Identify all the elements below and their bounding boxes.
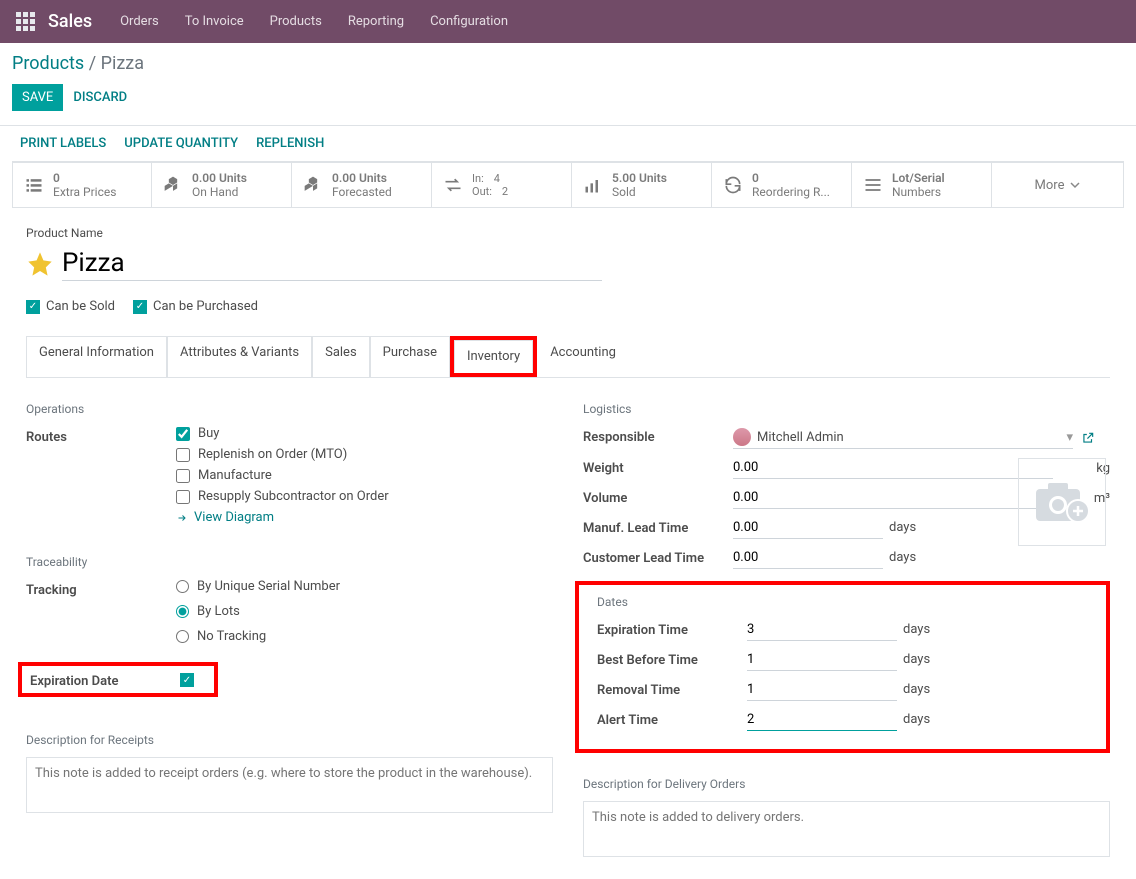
stat-on-hand[interactable]: 0.00 UnitsOn Hand (152, 162, 292, 208)
chevron-down-icon (1070, 180, 1080, 190)
section-desc-delivery: Description for Delivery Orders (583, 777, 1110, 791)
stat-forecasted[interactable]: 0.00 UnitsForecasted (292, 162, 432, 208)
app-name[interactable]: Sales (48, 11, 92, 32)
route-buy-checkbox[interactable] (176, 427, 190, 441)
exp-time-input[interactable] (747, 619, 897, 641)
manuf-lead-input[interactable] (733, 517, 883, 539)
desc-delivery-input[interactable] (583, 801, 1110, 857)
update-quantity-button[interactable]: UPDATE QUANTITY (124, 136, 238, 151)
menu-reporting[interactable]: Reporting (348, 14, 404, 29)
desc-receipts-input[interactable] (26, 757, 553, 813)
external-link-icon[interactable] (1081, 431, 1095, 445)
save-button[interactable]: SAVE (12, 84, 63, 111)
volume-label: Volume (583, 487, 733, 506)
cubes-icon (162, 174, 184, 196)
bars-icon (862, 174, 884, 196)
replenish-button[interactable]: REPLENISH (256, 136, 324, 151)
bb-time-label: Best Before Time (597, 649, 747, 668)
alert-time-input[interactable] (747, 709, 897, 731)
tab-accounting[interactable]: Accounting (537, 336, 629, 378)
exp-time-label: Expiration Time (597, 619, 747, 638)
route-resupply-checkbox[interactable] (176, 490, 190, 504)
product-name-label: Product Name (26, 226, 1110, 240)
tracking-label: Tracking (26, 579, 176, 598)
star-icon[interactable] (26, 250, 54, 278)
product-name-input[interactable] (62, 246, 602, 281)
rm-time-input[interactable] (747, 679, 897, 701)
highlight-expiration: Expiration Date ✓ (18, 662, 218, 697)
expiration-date-checkbox[interactable]: ✓ (180, 673, 194, 687)
stat-reordering[interactable]: 0Reordering R... (712, 162, 852, 208)
list-icon (23, 174, 45, 196)
print-labels-button[interactable]: PRINT LABELS (20, 136, 106, 151)
tab-attributes[interactable]: Attributes & Variants (167, 336, 312, 378)
rm-time-label: Removal Time (597, 679, 747, 698)
menu-orders[interactable]: Orders (120, 14, 159, 29)
menu-to-invoice[interactable]: To Invoice (185, 14, 244, 29)
section-traceability: Traceability (26, 555, 553, 569)
bb-time-input[interactable] (747, 649, 897, 671)
highlight-tab: Inventory (450, 336, 537, 377)
tracking-lots-radio[interactable] (176, 605, 189, 618)
tab-sales[interactable]: Sales (312, 336, 370, 378)
stat-row: 0Extra Prices 0.00 UnitsOn Hand 0.00 Uni… (12, 161, 1124, 208)
tab-purchase[interactable]: Purchase (370, 336, 450, 378)
tracking-none-radio[interactable] (176, 630, 189, 643)
tab-inventory[interactable]: Inventory (454, 340, 533, 373)
responsible-select[interactable]: Mitchell Admin ▾ (733, 426, 1073, 449)
volume-input[interactable] (733, 487, 1053, 509)
chart-icon (582, 174, 604, 196)
breadcrumb: Products / Pizza (12, 53, 144, 74)
can-be-sold-checkbox[interactable]: ✓Can be Sold (26, 299, 115, 314)
stat-extra-prices[interactable]: 0Extra Prices (12, 162, 152, 208)
refresh-icon (722, 174, 744, 196)
section-operations: Operations (26, 402, 553, 416)
expiration-date-label: Expiration Date (30, 670, 180, 689)
breadcrumb-parent[interactable]: Products (12, 53, 84, 74)
section-logistics: Logistics (583, 402, 1110, 416)
stat-in-out[interactable]: In:4 Out:2 (432, 162, 572, 208)
menu-configuration[interactable]: Configuration (430, 14, 508, 29)
weight-label: Weight (583, 457, 733, 476)
highlight-dates: Dates Expiration Time days Best Before T… (575, 581, 1110, 753)
weight-input[interactable] (733, 457, 1053, 479)
chevron-down-icon: ▾ (1066, 430, 1073, 445)
tracking-serial-radio[interactable] (176, 580, 189, 593)
arrow-right-icon (176, 512, 188, 524)
stat-more[interactable]: More (992, 162, 1124, 208)
section-desc-receipts: Description for Receipts (26, 733, 553, 747)
breadcrumb-current: Pizza (101, 53, 144, 74)
view-diagram-link[interactable]: View Diagram (176, 510, 553, 525)
cubes-icon (302, 174, 324, 196)
avatar (733, 428, 751, 446)
tabs: General Information Attributes & Variant… (26, 336, 1110, 378)
route-manufacture-checkbox[interactable] (176, 469, 190, 483)
discard-button[interactable]: DISCARD (73, 90, 127, 105)
routes-label: Routes (26, 426, 176, 445)
tab-general[interactable]: General Information (26, 336, 167, 378)
menu-products[interactable]: Products (270, 14, 322, 29)
topbar: Sales Orders To Invoice Products Reporti… (0, 0, 1136, 43)
can-be-purchased-checkbox[interactable]: ✓Can be Purchased (133, 299, 258, 314)
product-image-placeholder[interactable] (1018, 458, 1106, 546)
section-dates: Dates (597, 595, 1088, 609)
manuf-lead-label: Manuf. Lead Time (583, 517, 733, 536)
responsible-label: Responsible (583, 426, 733, 445)
apps-icon[interactable] (16, 12, 36, 32)
route-mto-checkbox[interactable] (176, 448, 190, 462)
transfer-icon (442, 174, 464, 196)
stat-lot-serial[interactable]: Lot/SerialNumbers (852, 162, 992, 208)
cust-lead-label: Customer Lead Time (583, 547, 733, 566)
alert-time-label: Alert Time (597, 709, 747, 728)
stat-sold[interactable]: 5.00 UnitsSold (572, 162, 712, 208)
cust-lead-input[interactable] (733, 547, 883, 569)
